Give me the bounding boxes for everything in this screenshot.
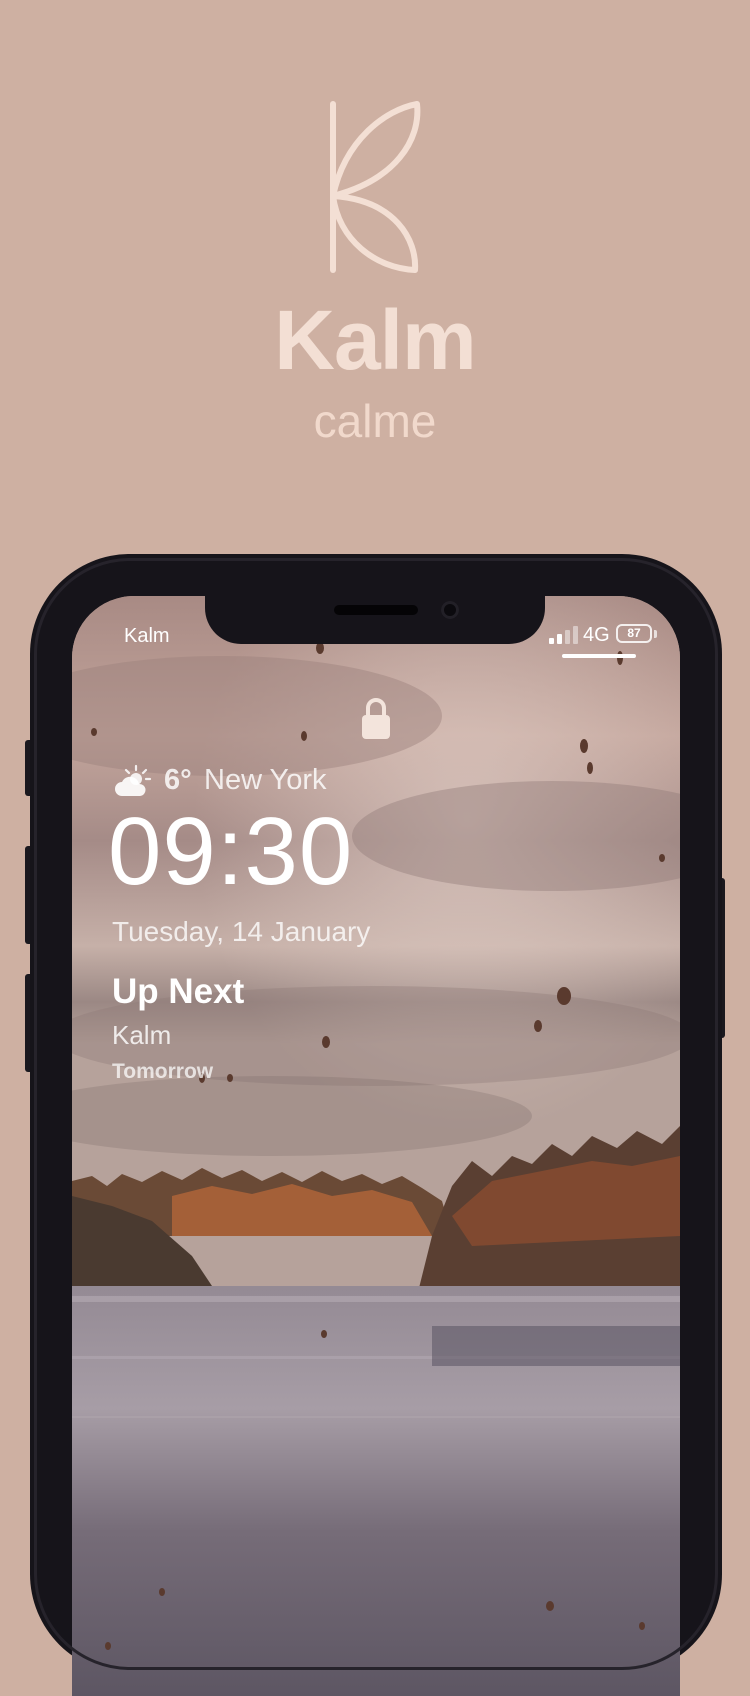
lock-icon xyxy=(362,698,390,739)
lock-screen-time: 09:30 xyxy=(108,798,354,905)
partly-cloudy-icon xyxy=(115,764,152,796)
up-next-title: Up Next xyxy=(112,972,245,1011)
control-center-indicator[interactable] xyxy=(562,654,636,658)
front-camera xyxy=(441,601,459,619)
leaf-logo-icon xyxy=(330,101,421,273)
earpiece-speaker xyxy=(334,605,418,615)
lock-screen-date: Tuesday, 14 January xyxy=(112,916,371,947)
up-next-when: Tomorrow xyxy=(112,1060,214,1083)
app-subtitle: calme xyxy=(313,395,437,447)
autumn-lake-wallpaper xyxy=(72,596,680,1696)
weather-city: New York xyxy=(204,764,327,796)
notch xyxy=(205,596,545,644)
app-title: Kalm xyxy=(274,293,476,387)
battery-level: 87 xyxy=(627,626,641,640)
battery-cap xyxy=(654,630,657,638)
battery-icon: 87 xyxy=(616,624,652,643)
lock-screen[interactable] xyxy=(72,596,680,1696)
weather-temperature: 6° xyxy=(164,764,192,796)
cellular-signal-icon xyxy=(549,626,578,644)
up-next-event[interactable]: Kalm xyxy=(112,1020,171,1051)
network-type: 4G xyxy=(583,624,610,646)
carrier-name: Kalm xyxy=(124,625,170,647)
